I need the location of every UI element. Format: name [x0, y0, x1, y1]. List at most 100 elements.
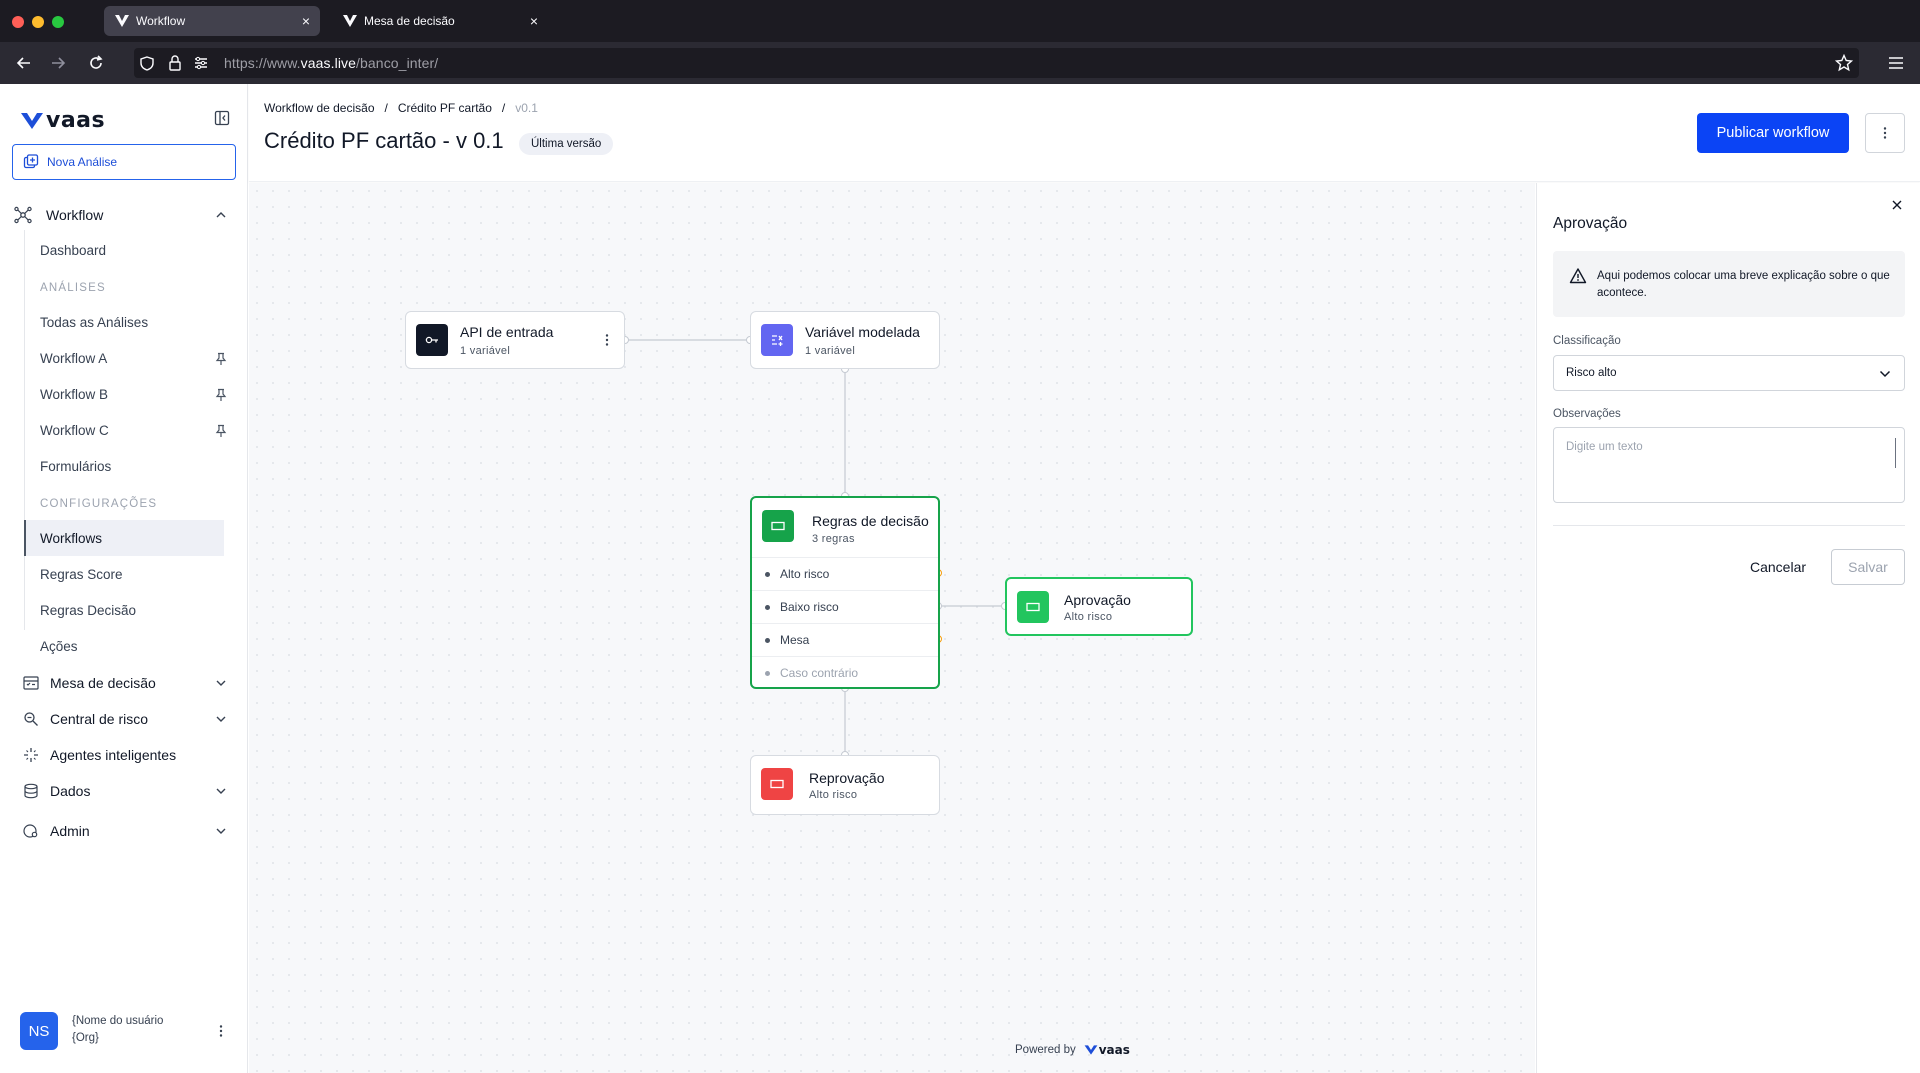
- workflow-canvas[interactable]: API de entrada 1 variável Variável model…: [249, 183, 1535, 1073]
- reload-icon: [90, 55, 103, 69]
- arrow-left-icon: [16, 57, 30, 69]
- reload-button[interactable]: [86, 53, 106, 73]
- sidebar-item-all-analyses[interactable]: Todas as Análises: [40, 315, 148, 330]
- browser-tab-mesa[interactable]: Mesa de decisão ×: [332, 6, 548, 36]
- rules-icon: [762, 510, 794, 542]
- breadcrumb-version: v0.1: [515, 101, 538, 115]
- classification-select[interactable]: Risco alto: [1553, 355, 1905, 391]
- sidebar-item-risk-center[interactable]: Central de risco: [22, 709, 148, 729]
- pin-icon[interactable]: [214, 352, 228, 366]
- node-title: Reprovação: [809, 770, 885, 786]
- browser-menu-button[interactable]: [1886, 53, 1906, 73]
- shield-icon[interactable]: [140, 56, 154, 71]
- page-settings-icon[interactable]: [194, 56, 208, 70]
- node-api-input[interactable]: API de entrada 1 variável: [405, 311, 625, 369]
- forward-button[interactable]: [48, 53, 68, 73]
- node-details-panel: Aprovação Aqui podemos colocar uma breve…: [1536, 183, 1920, 1073]
- close-window-button[interactable]: [12, 16, 24, 28]
- sidebar-item-decision-rules[interactable]: Regras Decisão: [40, 603, 136, 618]
- close-tab-icon[interactable]: ×: [530, 13, 538, 29]
- back-button[interactable]: [14, 53, 34, 73]
- new-analysis-button[interactable]: Nova Análise: [12, 144, 236, 180]
- browser-tab-workflow[interactable]: Workflow ×: [104, 6, 320, 36]
- database-icon: [22, 782, 40, 800]
- user-profile[interactable]: NS {Nome do usuário {Org}: [20, 1012, 230, 1052]
- sidebar-item-workflow[interactable]: Workflow: [14, 205, 103, 225]
- sidebar-item-forms[interactable]: Formulários: [40, 459, 111, 474]
- sidebar-item-smart-agents[interactable]: Agentes inteligentes: [22, 745, 176, 765]
- minimize-window-button[interactable]: [32, 16, 44, 28]
- save-button[interactable]: Salvar: [1831, 549, 1905, 585]
- sidebar-item-decision-desk[interactable]: Mesa de decisão: [22, 673, 156, 693]
- more-options-button[interactable]: [1865, 113, 1905, 153]
- chevron-down-icon[interactable]: [214, 784, 228, 798]
- sidebar-item-label: Agentes inteligentes: [50, 747, 177, 763]
- breadcrumb-decision-workflow[interactable]: Workflow de decisão: [264, 101, 375, 115]
- observations-textarea[interactable]: Digite um texto: [1553, 427, 1905, 503]
- more-vertical-icon[interactable]: [600, 333, 614, 347]
- node-decision-rules[interactable]: Regras de decisão 3 regras Alto risco Ba…: [750, 496, 940, 689]
- close-tab-icon[interactable]: ×: [302, 13, 310, 29]
- chevron-down-icon[interactable]: [214, 676, 228, 690]
- sidebar-item-label: Workflow: [46, 207, 104, 223]
- lock-icon[interactable]: [168, 55, 182, 71]
- browser-nav-bar: https://www.vaas.live/banco_inter/: [0, 42, 1920, 84]
- rule-row-otherwise[interactable]: Caso contrário: [752, 656, 938, 688]
- url-prefix: https://www.: [224, 55, 301, 71]
- warning-icon: [1569, 268, 1587, 284]
- node-subtitle: 1 variável: [805, 345, 856, 357]
- sidebar-item-dashboard[interactable]: Dashboard: [40, 243, 106, 258]
- chevron-up-icon[interactable]: [214, 208, 228, 222]
- node-approval[interactable]: Aprovação Alto risco: [1005, 577, 1193, 636]
- node-subtitle: Alto risco: [1064, 611, 1113, 623]
- chevron-down-icon[interactable]: [214, 824, 228, 838]
- classification-value: Risco alto: [1566, 367, 1617, 379]
- cancel-button[interactable]: Cancelar: [1733, 549, 1823, 585]
- close-icon[interactable]: [1889, 197, 1905, 213]
- rule-row-low-risk[interactable]: Baixo risco: [752, 590, 938, 622]
- vaas-logo-icon: [1084, 1045, 1098, 1055]
- rule-row-high-risk[interactable]: Alto risco: [752, 557, 938, 589]
- bullet-icon: [765, 638, 770, 643]
- node-modeled-variable[interactable]: Variável modelada 1 variável: [750, 311, 940, 369]
- bookmark-button[interactable]: [1834, 53, 1854, 73]
- admin-shield-icon: [22, 822, 40, 840]
- collapse-sidebar-icon[interactable]: [214, 110, 230, 126]
- breadcrumb-credit-pf[interactable]: Crédito PF cartão: [398, 101, 492, 115]
- alert-text: Aqui podemos colocar uma breve explicaçã…: [1597, 270, 1890, 299]
- node-rejection[interactable]: Reprovação Alto risco: [750, 755, 940, 815]
- arrow-right-icon: [52, 57, 66, 69]
- vaas-logo-icon: [21, 112, 43, 129]
- sidebar-item-workflow-c[interactable]: Workflow C: [40, 423, 109, 438]
- sidebar-item-data[interactable]: Dados: [22, 781, 90, 801]
- sidebar-item-actions[interactable]: Ações: [40, 639, 78, 654]
- url-host: vaas.live: [300, 55, 357, 71]
- rule-label: Caso contrário: [780, 665, 859, 680]
- pin-icon[interactable]: [214, 388, 228, 402]
- more-vertical-icon: [1883, 127, 1887, 139]
- maximize-window-button[interactable]: [52, 16, 64, 28]
- pin-icon[interactable]: [214, 424, 228, 438]
- more-vertical-icon[interactable]: [214, 1024, 228, 1038]
- chevron-down-icon[interactable]: [214, 712, 228, 726]
- sidebar-item-admin[interactable]: Admin: [22, 821, 90, 841]
- vaas-logo[interactable]: vaas: [20, 108, 105, 133]
- tab-title: Mesa de decisão: [364, 14, 455, 28]
- url-text: https://www.vaas.live/banco_inter/: [224, 55, 438, 71]
- sidebar-item-label: Mesa de decisão: [50, 675, 156, 691]
- address-bar[interactable]: https://www.vaas.live/banco_inter/: [134, 48, 1859, 78]
- panel-title: Aprovação: [1553, 215, 1628, 232]
- sidebar-item-score-rules[interactable]: Regras Score: [40, 567, 123, 582]
- sidebar-item-workflow-a[interactable]: Workflow A: [40, 351, 107, 366]
- risk-search-icon: [22, 710, 40, 728]
- url-path: /banco_inter/: [356, 55, 439, 71]
- rule-row-desk[interactable]: Mesa: [752, 623, 938, 655]
- rejection-icon: [761, 768, 793, 800]
- page-title: Crédito PF cartão - v 0.1: [264, 128, 504, 153]
- sidebar: vaas Nova Análise Workflow Dashboard ANÁ…: [0, 84, 248, 1073]
- user-name: {Nome do usuário: [72, 1015, 164, 1027]
- sidebar-item-workflow-b[interactable]: Workflow B: [40, 387, 108, 402]
- publish-workflow-button[interactable]: Publicar workflow: [1697, 113, 1849, 153]
- node-title: Regras de decisão: [812, 513, 929, 529]
- sidebar-item-workflows[interactable]: Workflows: [40, 531, 102, 546]
